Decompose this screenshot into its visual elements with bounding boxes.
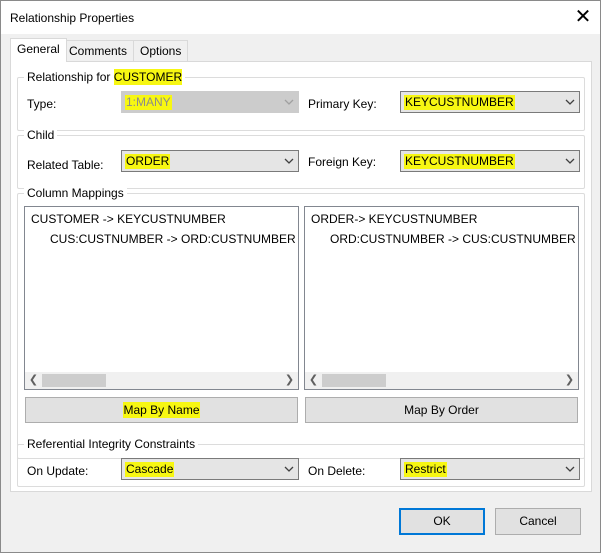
- list-item[interactable]: ORD:CUSTNUMBER -> CUS:CUSTNUMBER: [330, 232, 576, 246]
- child-mappings-list[interactable]: ORDER-> KEYCUSTNUMBER ORD:CUSTNUMBER -> …: [304, 206, 579, 390]
- close-icon[interactable]: ✕: [571, 6, 595, 30]
- on-update-label: On Update:: [27, 464, 89, 478]
- foreign-key-select[interactable]: KEYCUSTNUMBER: [400, 150, 580, 172]
- chevron-down-icon: [284, 466, 294, 472]
- general-tab-panel: Relationship for CUSTOMER Type: 1:MANY P…: [10, 61, 592, 492]
- primary-key-value: KEYCUSTNUMBER: [404, 95, 515, 110]
- chevron-down-icon: [565, 466, 575, 472]
- cancel-button[interactable]: Cancel: [495, 508, 581, 535]
- title-bar: Relationship Properties ✕: [1, 1, 600, 34]
- parent-mappings-list[interactable]: CUSTOMER -> KEYCUSTNUMBER CUS:CUSTNUMBER…: [24, 206, 299, 390]
- child-list-scrollbar[interactable]: ❮ ❯: [305, 372, 578, 389]
- scroll-thumb[interactable]: [322, 374, 386, 387]
- column-mappings-group-label: Column Mappings: [24, 186, 127, 200]
- on-delete-label: On Delete:: [308, 464, 366, 478]
- type-select[interactable]: 1:MANY: [121, 91, 299, 113]
- related-table-value: ORDER: [125, 154, 171, 169]
- scroll-right-icon[interactable]: ❯: [561, 374, 578, 387]
- related-table-label: Related Table:: [27, 158, 104, 172]
- relationship-group-table: CUSTOMER: [113, 69, 183, 85]
- type-value: 1:MANY: [125, 95, 172, 110]
- chevron-down-icon: [284, 99, 294, 105]
- tab-general[interactable]: General: [10, 38, 67, 62]
- parent-list-scrollbar[interactable]: ❮ ❯: [25, 372, 298, 389]
- map-by-order-button[interactable]: Map By Order: [305, 397, 578, 423]
- primary-key-select[interactable]: KEYCUSTNUMBER: [400, 91, 580, 113]
- on-update-select[interactable]: Cascade: [121, 458, 299, 480]
- map-by-order-label: Map By Order: [404, 403, 479, 417]
- scroll-left-icon[interactable]: ❮: [25, 374, 42, 387]
- tab-options[interactable]: Options: [133, 40, 189, 61]
- primary-key-label: Primary Key:: [308, 97, 377, 111]
- relationship-properties-dialog: Relationship Properties ✕ General Commen…: [0, 0, 601, 553]
- map-by-name-button[interactable]: Map By Name: [25, 397, 298, 423]
- chevron-down-icon: [565, 158, 575, 164]
- ok-button[interactable]: OK: [399, 508, 485, 535]
- referential-integrity-group-label: Referential Integrity Constraints: [24, 437, 199, 451]
- scroll-right-icon[interactable]: ❯: [281, 374, 298, 387]
- list-item[interactable]: ORDER-> KEYCUSTNUMBER: [311, 212, 477, 226]
- foreign-key-value: KEYCUSTNUMBER: [404, 154, 515, 169]
- list-item[interactable]: CUS:CUSTNUMBER -> ORD:CUSTNUMBER: [50, 232, 296, 246]
- on-delete-select[interactable]: Restrict: [400, 458, 580, 480]
- tab-comments[interactable]: Comments: [62, 40, 135, 61]
- list-item[interactable]: CUSTOMER -> KEYCUSTNUMBER: [31, 212, 226, 226]
- chevron-down-icon: [565, 99, 575, 105]
- related-table-select[interactable]: ORDER: [121, 150, 299, 172]
- relationship-group-prefix: Relationship for: [27, 70, 114, 84]
- on-delete-value: Restrict: [404, 462, 447, 477]
- child-group-label: Child: [24, 128, 58, 142]
- scroll-thumb[interactable]: [42, 374, 106, 387]
- window-title: Relationship Properties: [10, 11, 135, 25]
- dialog-client: General Comments Options Relationship fo…: [1, 34, 600, 552]
- map-by-name-label: Map By Name: [123, 402, 200, 418]
- scroll-left-icon[interactable]: ❮: [305, 374, 322, 387]
- chevron-down-icon: [284, 158, 294, 164]
- on-update-value: Cascade: [125, 462, 175, 477]
- relationship-group-label: Relationship for CUSTOMER: [24, 69, 186, 85]
- type-label: Type:: [27, 97, 57, 111]
- foreign-key-label: Foreign Key:: [308, 155, 377, 169]
